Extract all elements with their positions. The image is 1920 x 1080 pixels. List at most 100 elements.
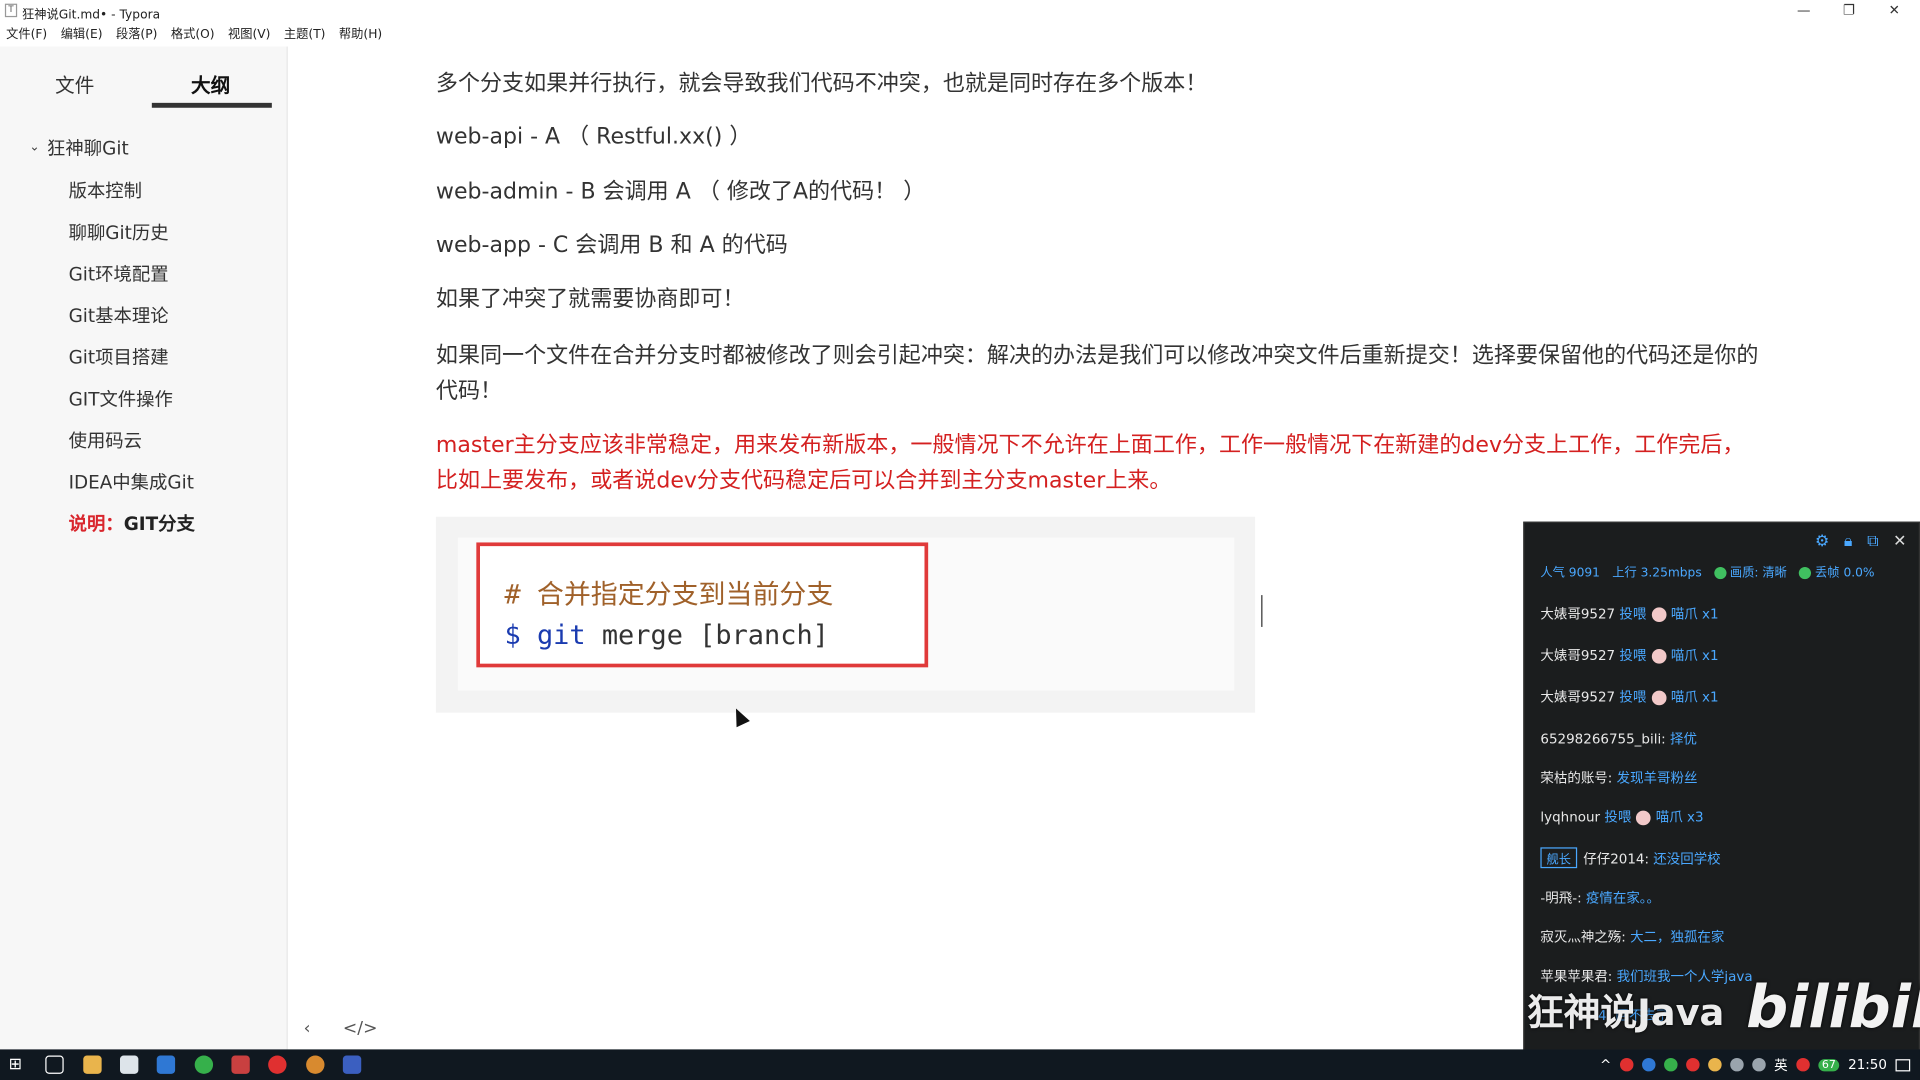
outline-root-item[interactable]: ⌄ 狂神聊Git [29, 135, 128, 161]
outline-item[interactable]: GIT文件操作 [69, 386, 173, 412]
source-code-icon[interactable]: </> [343, 1019, 378, 1039]
code-image-block: # 合并指定分支到当前分支 $ git merge [branch] [435, 516, 1256, 713]
menu-theme[interactable]: 主题(T) [284, 23, 326, 45]
menu-bar: 文件(F) 编辑(E) 段落(P) 格式(O) 视图(V) 主题(T) 帮助(H… [0, 23, 390, 45]
chat-message: -明飛-: 疫情在家。。 [1540, 890, 1660, 907]
tray-app-icon[interactable] [1685, 1057, 1700, 1072]
popularity-stat: 人气 9091 [1540, 566, 1600, 581]
tray-app-icon[interactable] [1707, 1057, 1722, 1072]
quality-stat: 画质: 清晰 [1713, 562, 1787, 580]
network-icon[interactable] [1730, 1057, 1744, 1072]
stream-stats: 人气 9091 上行 3.25mbps 画质: 清晰 丢帧 0.0% [1540, 562, 1875, 581]
sidebar: 文件 大纲 ⌄ 狂神聊Git 版本控制 聊聊Git历史 Git环境配置 Git基… [0, 46, 288, 1050]
gift-icon [1651, 690, 1666, 706]
chat-message: 大婊哥9527 投喂 喵爪 x1 [1540, 689, 1719, 706]
code-args: merge [branch] [601, 620, 829, 652]
code-highlight-box: # 合并指定分支到当前分支 $ git merge [branch] [476, 542, 929, 668]
chat-message: 大婊哥9527 投喂 喵爪 x1 [1540, 606, 1719, 623]
gift-icon [1651, 607, 1666, 623]
tab-files[interactable]: 文件 [55, 69, 94, 98]
code-cmd: git [536, 620, 586, 652]
tab-outline[interactable]: 大纲 [191, 69, 230, 98]
intellij-idea-icon[interactable] [342, 1055, 362, 1074]
tray-app-icon[interactable] [1619, 1057, 1634, 1072]
status-dot-icon [1799, 566, 1812, 580]
current-item-title: GIT分支 [123, 513, 195, 536]
outline-item[interactable]: Git项目搭建 [69, 344, 169, 370]
paragraph: 如果了冲突了就需要协商即可！ [435, 286, 745, 313]
typora-app-icon: T [4, 3, 18, 18]
code-command-line: $ git merge [branch] [504, 621, 828, 652]
code-image: # 合并指定分支到当前分支 $ git merge [branch] [457, 537, 1235, 691]
code-prompt: $ [504, 620, 521, 652]
close-icon[interactable]: ✕ [1893, 533, 1906, 551]
battery-badge[interactable]: 67 [1818, 1058, 1840, 1071]
outline-root-label: 狂神聊Git [47, 137, 129, 160]
chat-message: 寂灭灬神之殇: 大二，独孤在家 [1540, 929, 1725, 946]
app-icon[interactable] [231, 1055, 250, 1074]
wechat-icon[interactable] [194, 1055, 214, 1074]
chat-message: 65298266755_bili: 择优 [1540, 731, 1697, 747]
outline-item[interactable]: IDEA中集成Git [69, 469, 194, 495]
volume-icon[interactable] [1752, 1057, 1766, 1072]
chevron-left-icon[interactable]: ‹ [304, 1019, 311, 1039]
outline-item-current[interactable]: 说明：GIT分支 [69, 511, 195, 537]
maximize-button[interactable]: ❐ [1831, 1, 1868, 21]
panel-toolbar: ⚙ 🔒︎ ⧉ ✕ [1815, 533, 1907, 551]
bilibili-logo: bilibili [1746, 973, 1920, 1043]
menu-format[interactable]: 格式(O) [171, 23, 215, 45]
outline-item[interactable]: Git基本理论 [69, 302, 169, 328]
tray-expand-icon[interactable]: ^ [1600, 1057, 1611, 1073]
paragraph: web-admin - B 会调用 A （ 修改了A的代码！ ） [435, 178, 926, 205]
menu-view[interactable]: 视图(V) [228, 23, 270, 45]
gift-icon [1651, 648, 1666, 664]
input-language[interactable]: 英 [1774, 1055, 1787, 1075]
outline-item[interactable]: 使用码云 [69, 427, 142, 453]
channel-watermark: 狂神说Java [1526, 991, 1725, 1035]
paragraph-highlight: master主分支应该非常稳定，用来发布新版本，一般情况下不允许在上面工作，工作… [435, 432, 1745, 494]
active-tab-indicator [151, 102, 272, 108]
outline-item[interactable]: 聊聊Git历史 [69, 219, 169, 245]
chat-message: lyqhnour 投喂 喵爪 x3 [1540, 809, 1704, 826]
close-button[interactable]: ✕ [1876, 1, 1913, 21]
tray-app-icon[interactable] [1641, 1057, 1656, 1072]
upload-stat: 上行 3.25mbps [1612, 566, 1702, 581]
clock[interactable]: 21:50 [1848, 1057, 1887, 1073]
paragraph: 如果同一个文件在合并分支时都被修改了则会引起冲突：解决的办法是我们可以修改冲突文… [435, 342, 1759, 405]
menu-edit[interactable]: 编辑(E) [61, 23, 103, 45]
captain-badge: 舰长 [1540, 847, 1578, 869]
paragraph: web-app - C 会调用 B 和 A 的代码 [435, 232, 788, 259]
sidebar-footer: ‹ </> [304, 1019, 378, 1039]
gear-icon[interactable]: ⚙ [1815, 533, 1829, 551]
file-explorer-icon[interactable] [83, 1055, 102, 1074]
live-danmaku-panel: ⚙ 🔒︎ ⧉ ✕ 人气 9091 上行 3.25mbps 画质: 清晰 丢帧 0… [1523, 521, 1920, 1051]
app-icon[interactable] [156, 1055, 176, 1074]
windows-start-icon[interactable]: ⊞ [9, 1056, 27, 1074]
paragraph: web-api - A （ Restful.xx() ） [435, 123, 752, 150]
notification-icon[interactable] [1895, 1058, 1911, 1071]
gift-icon [1636, 810, 1651, 826]
outline-item[interactable]: Git环境配置 [69, 261, 169, 287]
lock-icon[interactable]: 🔒︎ [1844, 533, 1852, 551]
menu-paragraph[interactable]: 段落(P) [116, 23, 157, 45]
chat-message: 大婊哥9527 投喂 喵爪 x1 [1540, 647, 1719, 664]
task-view-icon[interactable] [45, 1055, 64, 1074]
chevron-down-icon: ⌄ [29, 140, 40, 155]
chat-message: 荣枯的账号: 发现羊哥粉丝 [1540, 770, 1698, 787]
minimize-button[interactable]: — [1785, 1, 1822, 21]
netease-music-icon[interactable] [268, 1055, 287, 1074]
popout-icon[interactable]: ⧉ [1867, 533, 1878, 551]
paragraph: 多个分支如果并行执行，就会导致我们代码不冲突，也就是同时存在多个版本！ [435, 71, 1208, 97]
system-tray: ^ 英 67 21:50 [1600, 1049, 1911, 1080]
text-caret [1261, 595, 1263, 627]
typora-window: T 狂神说Git.md• - Typora — ❐ ✕ 文件(F) 编辑(E) … [0, 0, 1920, 1080]
menu-help[interactable]: 帮助(H) [339, 23, 382, 45]
obs-icon[interactable] [306, 1055, 325, 1074]
dropped-frames-stat: 丢帧 0.0% [1799, 562, 1875, 580]
outline-item[interactable]: 版本控制 [69, 178, 142, 204]
menu-file[interactable]: 文件(F) [6, 23, 47, 45]
typora-taskbar-icon[interactable] [120, 1055, 139, 1074]
ime-icon[interactable] [1796, 1057, 1810, 1072]
status-dot-icon [1713, 566, 1727, 580]
tray-wechat-icon[interactable] [1663, 1057, 1678, 1072]
